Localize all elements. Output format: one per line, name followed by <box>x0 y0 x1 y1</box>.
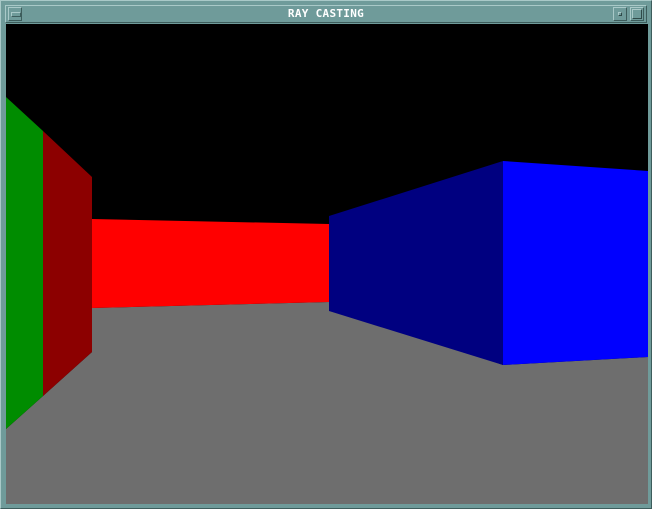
blue-wall <box>503 161 648 365</box>
title-bar[interactable]: RAY CASTING <box>5 5 647 23</box>
green-wall <box>6 97 43 429</box>
minimize-icon <box>618 12 622 16</box>
red-wall <box>92 219 329 308</box>
maximize-button[interactable] <box>630 7 644 21</box>
window-title: RAY CASTING <box>287 7 365 20</box>
minimize-button[interactable] <box>613 7 627 21</box>
maximize-icon <box>632 9 642 19</box>
dark-red-wall <box>43 131 92 396</box>
raycast-scene <box>6 24 648 504</box>
app-window: RAY CASTING <box>0 0 652 509</box>
raycast-viewport[interactable] <box>6 24 648 504</box>
